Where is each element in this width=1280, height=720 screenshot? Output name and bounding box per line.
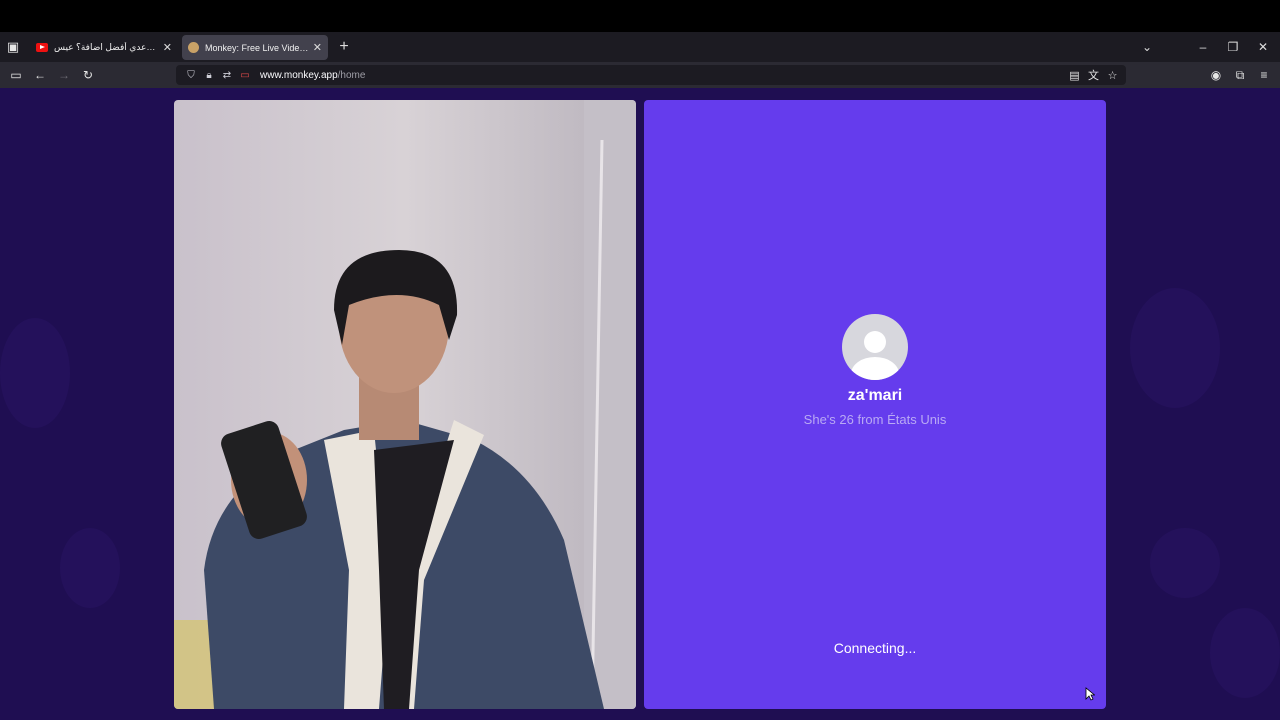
tab-monkey[interactable]: Monkey: Free Live Video Chat ✕ xyxy=(182,35,328,60)
translate-icon[interactable]: 文 xyxy=(1084,67,1103,83)
background-pattern xyxy=(1150,528,1220,598)
lock-icon[interactable]: 🔒︎ xyxy=(200,65,218,85)
remote-user-info: She's 26 from États Unis xyxy=(803,412,947,427)
background-pattern xyxy=(60,528,120,608)
url-host: www.monkey.app xyxy=(260,69,338,81)
browser-nav-bar: ▭ ← → ↻ ⛉ 🔒︎ ⇄ ▭ www.monkey.app/home ▤ 文… xyxy=(0,62,1280,88)
url-actions: ▤ 文 ☆ xyxy=(1065,65,1122,85)
minimize-icon[interactable]: – xyxy=(1188,40,1218,54)
account-icon[interactable]: ◉ xyxy=(1204,62,1228,88)
reader-view-icon[interactable]: ▤ xyxy=(1065,69,1084,82)
local-camera-image xyxy=(174,100,636,709)
sidebar-icon[interactable]: ▭ xyxy=(4,62,28,88)
remote-video-panel: za'mari She's 26 from États Unis Connect… xyxy=(644,100,1106,709)
avatar-head xyxy=(864,331,886,353)
background-pattern xyxy=(1210,608,1280,698)
youtube-icon xyxy=(36,43,48,52)
back-icon[interactable]: ← xyxy=(28,62,52,88)
remote-username: za'mari xyxy=(847,387,903,404)
url-text[interactable]: www.monkey.app/home xyxy=(260,70,365,81)
permissions-icon[interactable]: ⇄ xyxy=(218,65,236,85)
connection-status: Connecting... xyxy=(833,640,917,656)
tab-title: Monkey: Free Live Video Chat xyxy=(205,42,309,53)
menu-icon[interactable]: ≡ xyxy=(1252,62,1276,88)
monkey-icon xyxy=(188,42,199,53)
new-tab-button[interactable]: + xyxy=(334,37,354,57)
avatar-body xyxy=(851,357,899,380)
tab-title: أيوب بوعدي أفضل اضافة؟ عيس xyxy=(54,42,159,52)
shield-icon[interactable]: ⛉ xyxy=(182,65,200,85)
address-bar[interactable]: ⛉ 🔒︎ ⇄ ▭ www.monkey.app/home ▤ 文 ☆ xyxy=(176,65,1126,85)
local-video-feed xyxy=(174,100,636,709)
avatar xyxy=(842,314,908,380)
window-controls: ⌄ – ❐ ✕ xyxy=(1132,32,1278,62)
browser-tab-strip: ▣ أيوب بوعدي أفضل اضافة؟ عيس ✕ Monkey: F… xyxy=(0,32,1280,62)
close-icon[interactable]: ✕ xyxy=(313,41,322,54)
extensions-icon[interactable]: ⧉ xyxy=(1228,62,1252,88)
camera-sharing-icon[interactable]: ▭ xyxy=(236,65,254,85)
close-window-icon[interactable]: ✕ xyxy=(1248,40,1278,54)
url-path: /home xyxy=(337,69,366,81)
screen-top-bar xyxy=(0,0,1280,32)
tab-youtube[interactable]: أيوب بوعدي أفضل اضافة؟ عيس ✕ xyxy=(30,35,178,60)
mouse-cursor-icon xyxy=(1085,687,1095,701)
reload-icon[interactable]: ↻ xyxy=(76,62,100,88)
bookmark-star-icon[interactable]: ☆ xyxy=(1103,69,1122,82)
tab-list-icon[interactable]: ▣ xyxy=(0,34,26,60)
background-pattern xyxy=(0,318,70,428)
restore-icon[interactable]: ❐ xyxy=(1218,40,1248,54)
monkey-page: za'mari She's 26 from États Unis Connect… xyxy=(0,88,1280,720)
close-icon[interactable]: ✕ xyxy=(163,41,172,54)
background-pattern xyxy=(1130,288,1220,408)
forward-icon[interactable]: → xyxy=(52,62,76,88)
chevron-down-icon[interactable]: ⌄ xyxy=(1132,40,1162,54)
